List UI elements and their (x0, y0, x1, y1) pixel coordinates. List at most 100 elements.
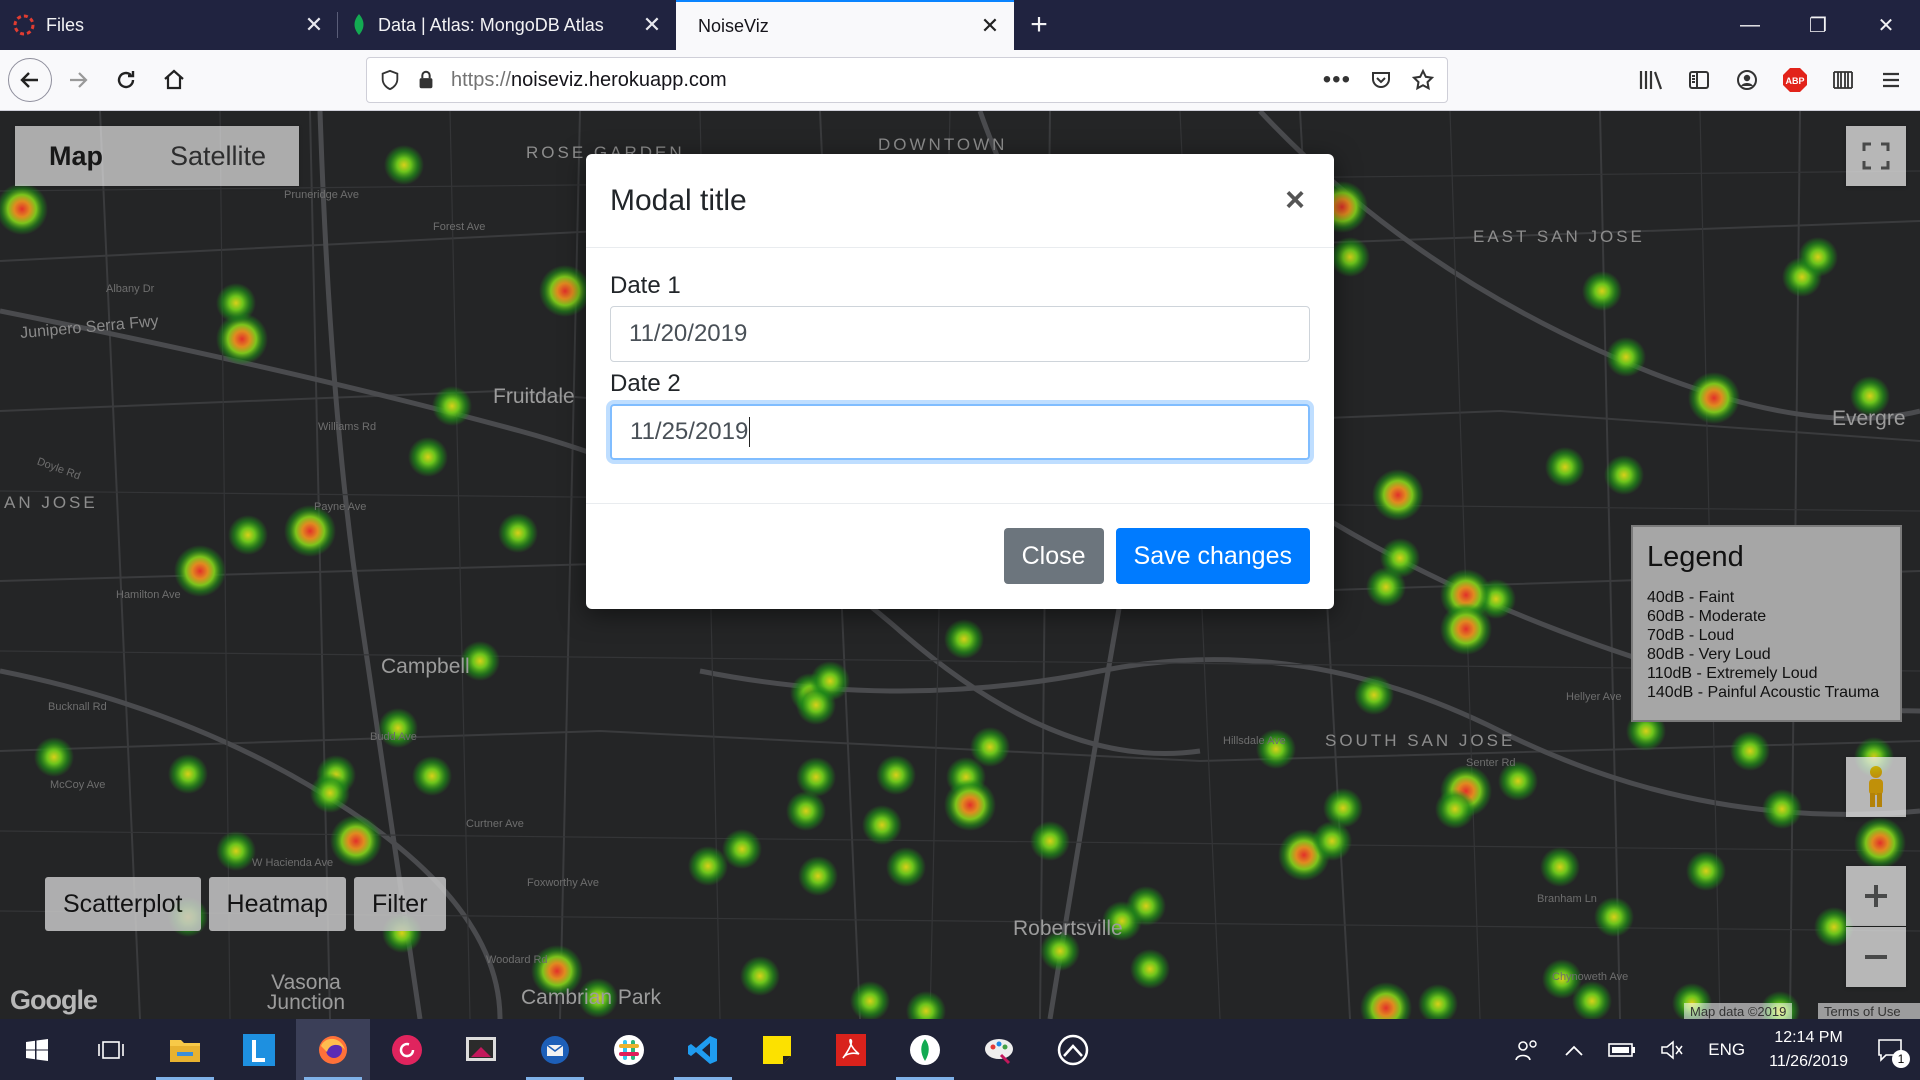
vscode-icon (688, 1035, 717, 1064)
clock-time: 12:14 PM (1774, 1028, 1843, 1046)
adblock-plus-icon[interactable]: ABP (1778, 63, 1812, 97)
modal-close-icon[interactable]: × (1280, 181, 1310, 220)
map-label-fruitdale: Fruitdale (493, 385, 575, 408)
pocket-icon[interactable] (1369, 68, 1393, 92)
tab-bar: Files ✕ Data | Atlas: MongoDB Atlas ✕ No… (0, 0, 1920, 50)
tracking-shield-icon[interactable] (379, 69, 401, 91)
notification-center[interactable]: 1 (1860, 1019, 1920, 1080)
restore-button[interactable]: ❐ (1784, 0, 1852, 50)
taskbar-vscode[interactable] (666, 1019, 740, 1080)
map-type-satellite-button[interactable]: Satellite (137, 126, 299, 186)
noise-point (216, 831, 256, 871)
account-icon[interactable] (1730, 63, 1764, 97)
system-clock[interactable]: 12:14 PM 11/26/2019 (1757, 1026, 1860, 1074)
taskbar-slack[interactable] (592, 1019, 666, 1080)
legend-item: 70dB - Loud (1647, 627, 1735, 644)
taskbar-xbox[interactable] (1036, 1019, 1110, 1080)
date2-input[interactable]: 11/25/2019 (610, 404, 1310, 460)
taskbar-debian-app[interactable] (370, 1019, 444, 1080)
map-label-east-san-jose: EAST SAN JOSE (1473, 227, 1645, 246)
taskbar-mongodb-compass[interactable] (888, 1019, 962, 1080)
noise-point (796, 757, 836, 797)
save-changes-button[interactable]: Save changes (1115, 528, 1310, 584)
taskbar-snip-app[interactable] (444, 1019, 518, 1080)
xbox-icon (1057, 1034, 1089, 1065)
close-window-button[interactable]: ✕ (1852, 0, 1920, 50)
noise-hotspot (539, 265, 591, 317)
library-icon[interactable] (1634, 63, 1668, 97)
task-view-button[interactable] (74, 1019, 148, 1080)
address-bar[interactable]: https://noiseviz.herokuapp.com ••• (366, 57, 1448, 103)
page-actions-icon[interactable]: ••• (1323, 66, 1351, 94)
tab-files[interactable]: Files ✕ (0, 0, 338, 50)
people-icon[interactable] (1502, 1019, 1552, 1080)
date1-value: 11/20/2019 (629, 320, 748, 347)
fullscreen-button[interactable] (1846, 126, 1906, 186)
sticky-note-icon (763, 1035, 791, 1064)
taskbar-acrobat[interactable] (814, 1019, 888, 1080)
tab-close-icon[interactable]: ✕ (640, 12, 664, 37)
taskbar-file-explorer[interactable] (148, 1019, 222, 1080)
noise-point (722, 829, 762, 869)
back-button[interactable] (8, 58, 52, 102)
noise-point (1604, 455, 1644, 495)
show-hidden-icons-chevron-up-icon[interactable] (1552, 1019, 1596, 1080)
minus-icon (1865, 955, 1887, 959)
zoom-in-button[interactable] (1846, 866, 1906, 926)
zoom-out-button[interactable] (1846, 927, 1906, 987)
mongodb-leaf-icon (354, 14, 364, 35)
extension-barcode-icon[interactable] (1826, 63, 1860, 97)
noise-point (1540, 847, 1580, 887)
sidebar-icon[interactable] (1682, 63, 1716, 97)
map-label-south-san-jose: SOUTH SAN JOSE (1325, 731, 1516, 750)
tab-mongodb-atlas[interactable]: Data | Atlas: MongoDB Atlas ✕ (338, 0, 676, 50)
start-button[interactable] (0, 1019, 74, 1080)
hamburger-menu-icon[interactable] (1874, 63, 1908, 97)
noise-point (1418, 984, 1458, 1019)
taskbar-sticky-notes[interactable] (740, 1019, 814, 1080)
noise-point (498, 513, 538, 553)
new-tab-button[interactable]: + (1014, 0, 1064, 50)
map-label-senter: Senter Rd (1466, 757, 1516, 769)
tab-noiseviz[interactable]: NoiseViz ✕ (676, 0, 1014, 50)
filter-button[interactable]: Filter (353, 877, 446, 931)
close-button[interactable]: Close (1003, 528, 1104, 584)
heatmap-button[interactable]: Heatmap (208, 877, 346, 931)
taskbar-paint-app[interactable] (962, 1019, 1036, 1080)
terms-of-use-link[interactable]: Terms of Use (1818, 1003, 1920, 1019)
scatterplot-button[interactable]: Scatterplot (45, 877, 201, 931)
date1-input[interactable]: 11/20/2019 (610, 306, 1310, 362)
map-label-hamilton: Hamilton Ave (116, 589, 181, 601)
noise-point (906, 991, 946, 1019)
noise-point (688, 846, 728, 886)
files-app-icon (13, 14, 35, 36)
noise-hotspot (1688, 372, 1740, 424)
url-scheme: https:// (451, 68, 512, 91)
taskbar-firefox[interactable] (296, 1019, 370, 1080)
noise-point (786, 791, 826, 831)
noise-hotspot (1440, 603, 1492, 655)
lock-icon[interactable] (415, 69, 437, 91)
taskbar-thunderbird[interactable] (518, 1019, 592, 1080)
input-language[interactable]: ENG (1696, 1019, 1757, 1080)
tab-close-icon[interactable]: ✕ (302, 12, 326, 37)
battery-icon[interactable] (1596, 1019, 1648, 1080)
noise-hotspot (0, 183, 48, 235)
tab-close-icon[interactable]: ✕ (978, 13, 1002, 38)
reload-button[interactable] (104, 58, 148, 102)
firefox-icon (319, 1035, 347, 1064)
minimize-button[interactable]: — (1716, 0, 1784, 50)
map-label-chynoweth: Chynoweth Ave (1552, 971, 1629, 983)
street-view-pegman[interactable] (1846, 757, 1906, 817)
home-button[interactable] (152, 58, 196, 102)
plus-icon (1865, 885, 1887, 907)
tab-title: Files (46, 14, 85, 35)
taskbar-l-app[interactable] (222, 1019, 296, 1080)
noise-point (1366, 567, 1406, 607)
bookmark-star-icon[interactable] (1411, 68, 1435, 92)
map-label-downtown: DOWNTOWN (878, 135, 1008, 154)
map-type-map-button[interactable]: Map (15, 126, 137, 186)
volume-muted-icon[interactable] (1648, 1019, 1696, 1080)
forward-button[interactable] (56, 58, 100, 102)
map-label-pruneridge: Pruneridge Ave (284, 189, 360, 201)
